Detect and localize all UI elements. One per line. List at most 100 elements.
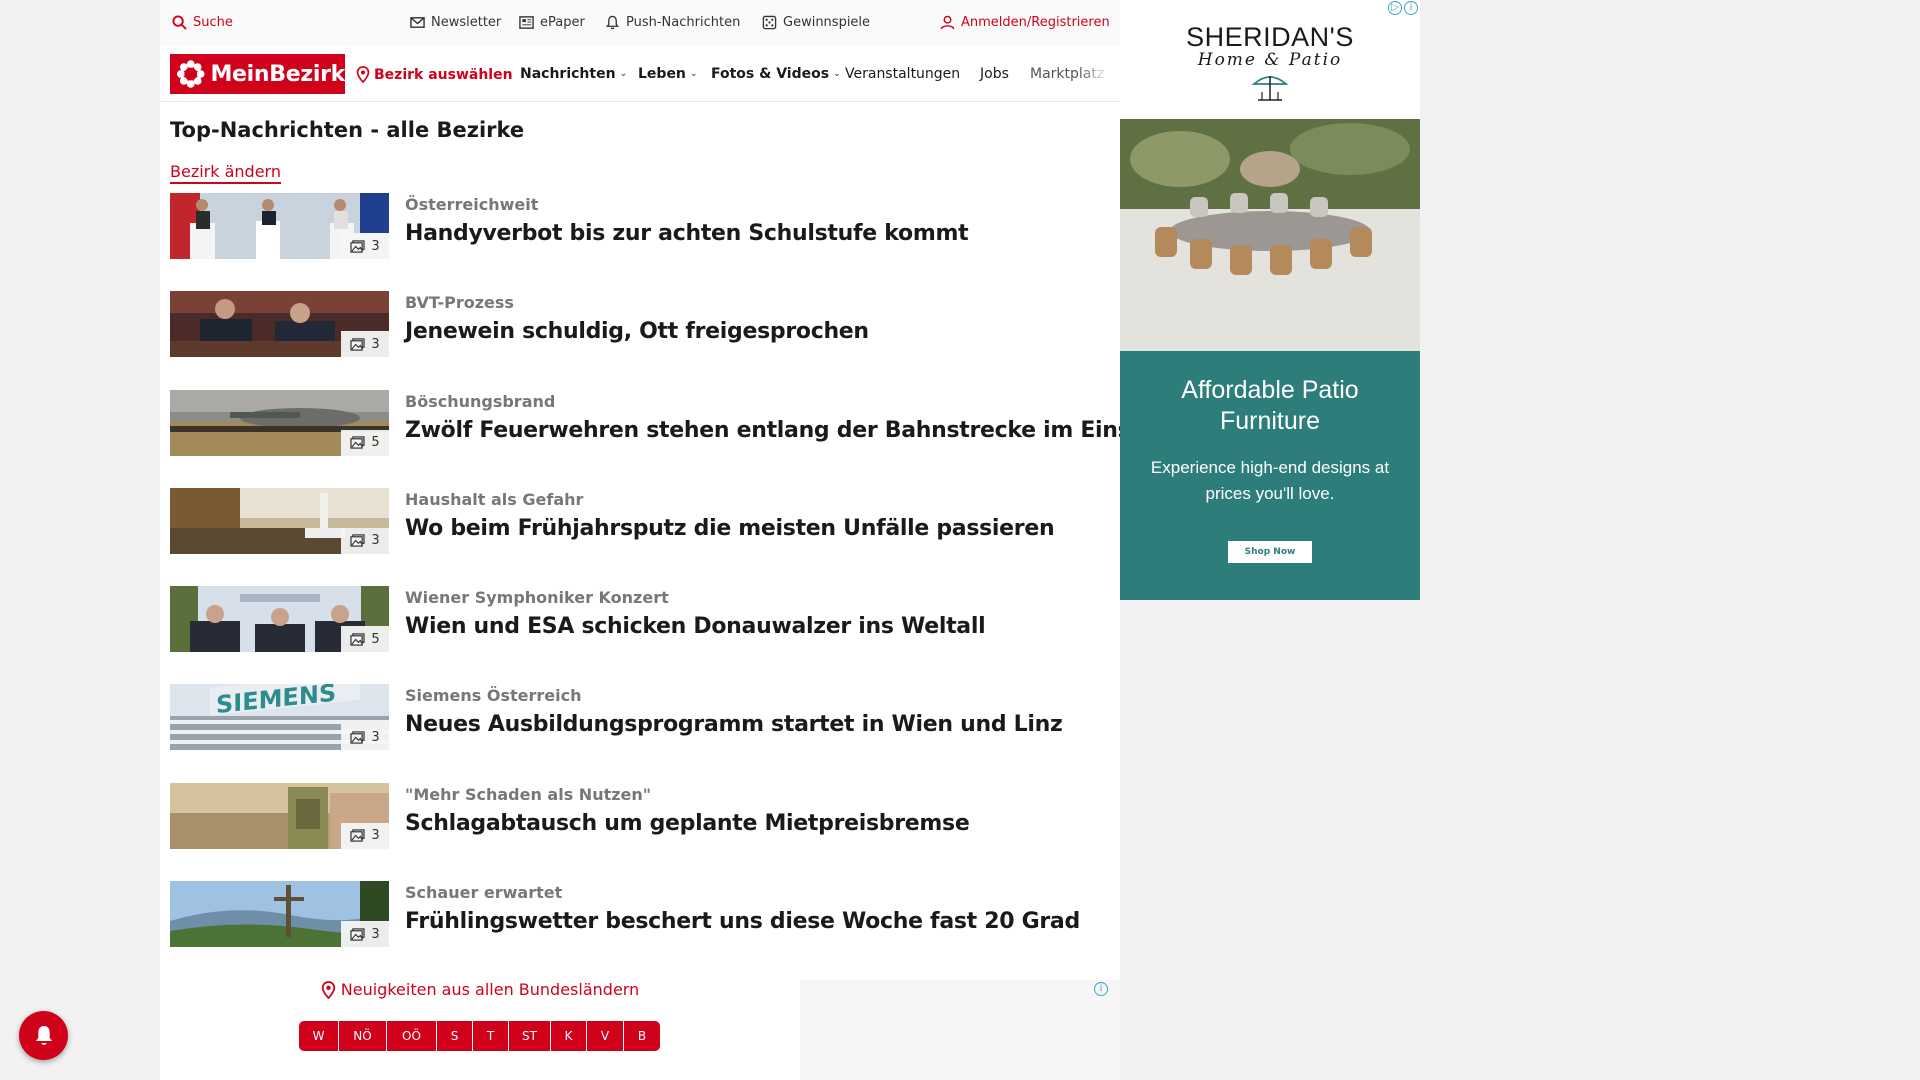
nav-life[interactable]: Leben ⌄ xyxy=(638,66,697,82)
state-button-ooe[interactable]: OÖ xyxy=(387,1021,437,1051)
login-link[interactable]: Anmelden/Registrieren xyxy=(940,15,1110,30)
games-link[interactable]: Gewinnspiele xyxy=(762,15,870,30)
search-label: Suche xyxy=(193,15,233,30)
article-kicker: Österreichweit xyxy=(405,195,539,214)
article-kicker: Schauer erwartet xyxy=(405,883,563,903)
article-kicker: Siemens Österreich xyxy=(405,686,582,706)
newsletter-link[interactable]: Newsletter xyxy=(410,15,501,30)
photo-count-badge: 3 xyxy=(341,233,389,259)
article-item[interactable]: 5 Böschungsbrand Zwölf Feuerwehren stehe… xyxy=(170,389,1168,488)
district-select-label: Bezirk auswählen xyxy=(374,66,513,83)
all-states-label: Neuigkeiten aus allen Bundesländern xyxy=(340,980,640,999)
bell-icon xyxy=(35,1025,52,1045)
article-item[interactable]: 5 Wiener Symphoniker Konzert Wien und ES… xyxy=(170,586,1115,684)
photo-count: 3 xyxy=(371,336,380,352)
article-thumbnail[interactable]: 3 xyxy=(170,881,389,948)
article-headline[interactable]: Wo beim Frühjahrsputz die meisten Unfäll… xyxy=(405,516,1055,541)
state-button-v[interactable]: V xyxy=(587,1021,624,1051)
article-thumbnail[interactable]: 5 xyxy=(170,389,389,456)
article-kicker: Haushalt als Gefahr xyxy=(405,489,584,509)
epaper-link[interactable]: ePaper xyxy=(519,15,585,30)
gallery-icon xyxy=(350,239,365,253)
user-icon xyxy=(940,15,955,30)
article-thumbnail[interactable]: 3 xyxy=(170,487,389,554)
article-headline[interactable]: Wien und ESA schicken Donauwalzer ins We… xyxy=(405,614,986,639)
article-thumbnail[interactable]: 3 xyxy=(170,193,389,259)
logo[interactable]: MeinBezirk xyxy=(170,54,345,94)
article-headline[interactable]: Frühlingswetter beschert uns diese Woche… xyxy=(405,909,1080,934)
epaper-label: ePaper xyxy=(540,15,585,30)
logo-flower-icon xyxy=(176,60,205,88)
photo-count-badge: 5 xyxy=(341,626,389,653)
ad-choices[interactable]: ▷ i xyxy=(1388,1,1418,15)
gallery-icon xyxy=(350,436,365,449)
article-headline[interactable]: Schlagabtausch um geplante Mietpreisbrem… xyxy=(405,811,970,836)
location-pin-icon xyxy=(356,66,370,83)
photo-count-badge: 3 xyxy=(341,331,389,358)
article-item[interactable]: 3 BVT-Prozess Jenewein schuldig, Ott fre… xyxy=(170,291,1115,389)
page-content: Suche Newsletter ePaper Push-Nachrichten… xyxy=(160,0,1168,1080)
main-nav: MeinBezirk Bezirk auswählen Nachrichten ⌄… xyxy=(160,46,1120,102)
all-states-link[interactable]: Neuigkeiten aus allen Bundesländern xyxy=(160,980,800,999)
article-item[interactable]: 3 "Mehr Schaden als Nutzen" Schlagabtaus… xyxy=(170,782,1115,881)
state-button-w[interactable]: W xyxy=(299,1021,339,1051)
newsletter-label: Newsletter xyxy=(431,15,502,30)
ad-image xyxy=(1120,119,1420,351)
nav-life-label: Leben xyxy=(638,66,686,82)
article-item[interactable]: 3 Österreichweit Handyverbot bis zur ach… xyxy=(170,193,1115,291)
state-button-st[interactable]: ST xyxy=(509,1021,551,1051)
chevron-down-icon: ⌄ xyxy=(689,69,698,79)
photo-count: 3 xyxy=(371,828,380,844)
logo-text: MeinBezirk xyxy=(210,61,345,87)
gallery-icon xyxy=(350,731,365,744)
change-district-link[interactable]: Bezirk ändern xyxy=(170,162,281,184)
state-button-t[interactable]: T xyxy=(473,1021,509,1051)
ad-info-icon[interactable]: i xyxy=(1094,982,1108,996)
article-headline[interactable]: Neues Ausbildungsprogramm startet in Wie… xyxy=(405,712,1063,737)
sidebar-ad[interactable]: SHERIDAN'S Home & Patio ▷ i Affordable P… xyxy=(1120,0,1420,600)
nav-news[interactable]: Nachrichten ⌄ xyxy=(520,66,627,82)
gallery-icon xyxy=(350,338,365,351)
article-headline[interactable]: Jenewein schuldig, Ott freigesprochen xyxy=(405,319,869,344)
article-item[interactable]: 3 Schauer erwartet Frühlingswetter besch… xyxy=(170,881,1115,979)
push-link[interactable]: Push-Nachrichten xyxy=(605,15,740,30)
gallery-icon xyxy=(350,927,365,941)
article-kicker: Wiener Symphoniker Konzert xyxy=(405,588,669,608)
state-button-k[interactable]: K xyxy=(551,1021,587,1051)
nav-market[interactable]: Marktplatz xyxy=(1030,66,1110,82)
article-thumbnail[interactable]: SIEMENS 3 xyxy=(170,684,389,751)
state-buttons: W NÖ OÖ S T ST K V B xyxy=(299,1021,660,1051)
state-button-s[interactable]: S xyxy=(437,1021,473,1051)
article-thumbnail[interactable]: 5 xyxy=(170,586,389,653)
nav-media[interactable]: Fotos & Videos ⌄ xyxy=(711,66,841,82)
nav-jobs-label: Jobs xyxy=(980,66,1009,82)
district-select[interactable]: Bezirk auswählen xyxy=(356,66,513,83)
push-notification-button[interactable] xyxy=(19,1011,68,1060)
gallery-icon xyxy=(350,534,365,548)
article-thumbnail[interactable]: 3 xyxy=(170,782,389,849)
state-button-noe[interactable]: NÖ xyxy=(339,1021,387,1051)
umbrella-icon xyxy=(1251,76,1289,101)
utility-bar: Suche Newsletter ePaper Push-Nachrichten… xyxy=(160,0,1120,46)
article-headline[interactable]: Zwölf Feuerwehren stehen entlang der Bah… xyxy=(405,418,1168,443)
search-link[interactable]: Suche xyxy=(172,15,233,30)
photo-count: 3 xyxy=(371,238,380,254)
photo-count-badge: 3 xyxy=(341,822,389,849)
mail-icon xyxy=(410,17,425,28)
article-item[interactable]: SIEMENS 3 Siemens Österreich Neues Ausbi… xyxy=(170,684,1115,782)
article-list: 3 Österreichweit Handyverbot bis zur ach… xyxy=(170,193,1168,979)
nav-news-label: Nachrichten xyxy=(520,66,616,82)
photo-count: 3 xyxy=(371,533,380,549)
article-kicker: BVT-Prozess xyxy=(405,293,514,313)
ad-info-icon: i xyxy=(1404,1,1418,15)
article-item[interactable]: 3 Haushalt als Gefahr Wo beim Frühjahrsp… xyxy=(170,487,1115,586)
nav-events[interactable]: Veranstaltungen xyxy=(845,66,960,82)
photo-count-badge: 3 xyxy=(341,527,389,554)
nav-jobs[interactable]: Jobs xyxy=(980,66,1009,82)
ad-shop-button[interactable]: Shop Now xyxy=(1228,541,1312,563)
photo-count-badge: 5 xyxy=(341,429,389,456)
ad-play-icon: ▷ xyxy=(1388,1,1402,15)
state-button-b[interactable]: B xyxy=(624,1021,660,1051)
article-headline[interactable]: Handyverbot bis zur achten Schulstufe ko… xyxy=(405,221,969,246)
article-thumbnail[interactable]: 3 xyxy=(170,291,389,358)
